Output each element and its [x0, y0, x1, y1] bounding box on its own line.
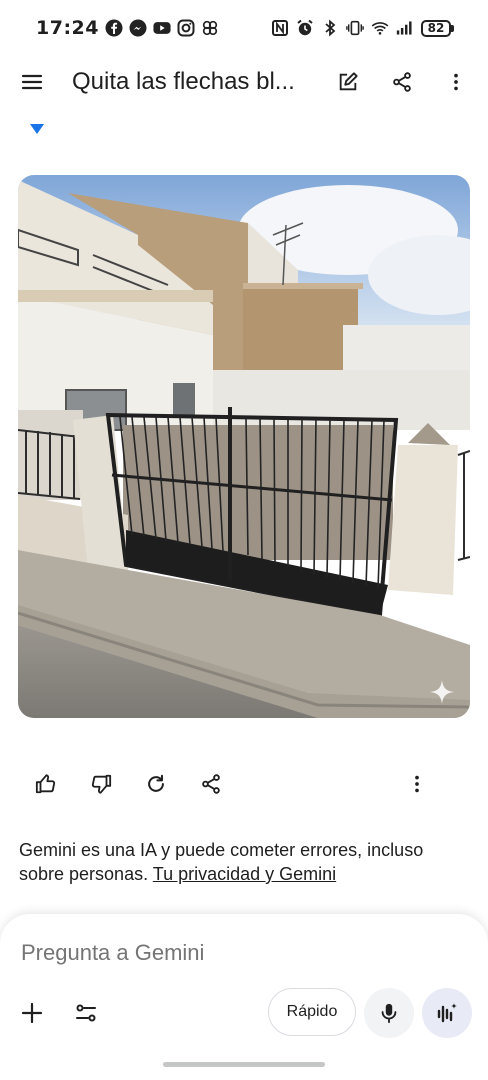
status-time: 17:24	[36, 17, 99, 39]
vibrate-icon	[346, 19, 364, 37]
bluetooth-icon	[321, 19, 339, 37]
street-gate-photo	[18, 175, 470, 718]
tools-icon[interactable]	[64, 991, 108, 1035]
messenger-icon	[129, 19, 147, 37]
battery-indicator: 82	[421, 19, 454, 37]
youtube-icon	[153, 19, 171, 37]
status-left: 17:24	[36, 17, 219, 39]
add-icon[interactable]	[10, 991, 54, 1035]
nfc-icon	[271, 19, 289, 37]
thumb-down-icon[interactable]	[79, 762, 123, 806]
generated-image[interactable]	[18, 175, 470, 718]
disclaimer: Gemini es una IA y puede cometer errores…	[19, 838, 469, 886]
prompt-input[interactable]	[21, 940, 461, 966]
battery-level: 82	[421, 19, 451, 37]
response-more-icon[interactable]	[395, 762, 439, 806]
pinwheel-icon	[201, 19, 219, 37]
facebook-icon	[105, 19, 123, 37]
home-indicator[interactable]	[163, 1062, 325, 1067]
status-bar: 17:24 82	[0, 0, 488, 56]
thumb-up-icon[interactable]	[24, 762, 68, 806]
privacy-link[interactable]: Tu privacidad y Gemini	[153, 864, 336, 884]
sparkle-icon	[428, 678, 456, 706]
edit-icon[interactable]	[326, 60, 370, 104]
model-mode-button[interactable]: Rápido	[268, 988, 356, 1036]
app-bar-actions	[326, 60, 478, 104]
gemini-live-icon[interactable]	[422, 988, 472, 1038]
response-actions	[24, 762, 464, 806]
share-icon[interactable]	[380, 60, 424, 104]
menu-icon[interactable]	[10, 60, 54, 104]
regenerate-icon[interactable]	[134, 762, 178, 806]
top-app-bar: Quita las flechas bl...	[0, 56, 488, 108]
composer: Rápido	[0, 914, 488, 1080]
wifi-icon	[371, 19, 389, 37]
share-response-icon[interactable]	[189, 762, 233, 806]
signal-icon	[396, 19, 414, 37]
status-right: 82	[271, 19, 454, 37]
conversation-title[interactable]: Quita las flechas bl...	[72, 68, 308, 96]
composer-toolbar: Rápido	[0, 988, 488, 1038]
more-vert-icon[interactable]	[434, 60, 478, 104]
show-drafts-icon[interactable]	[29, 121, 45, 135]
instagram-icon	[177, 19, 195, 37]
microphone-icon[interactable]	[364, 988, 414, 1038]
alarm-icon	[296, 19, 314, 37]
